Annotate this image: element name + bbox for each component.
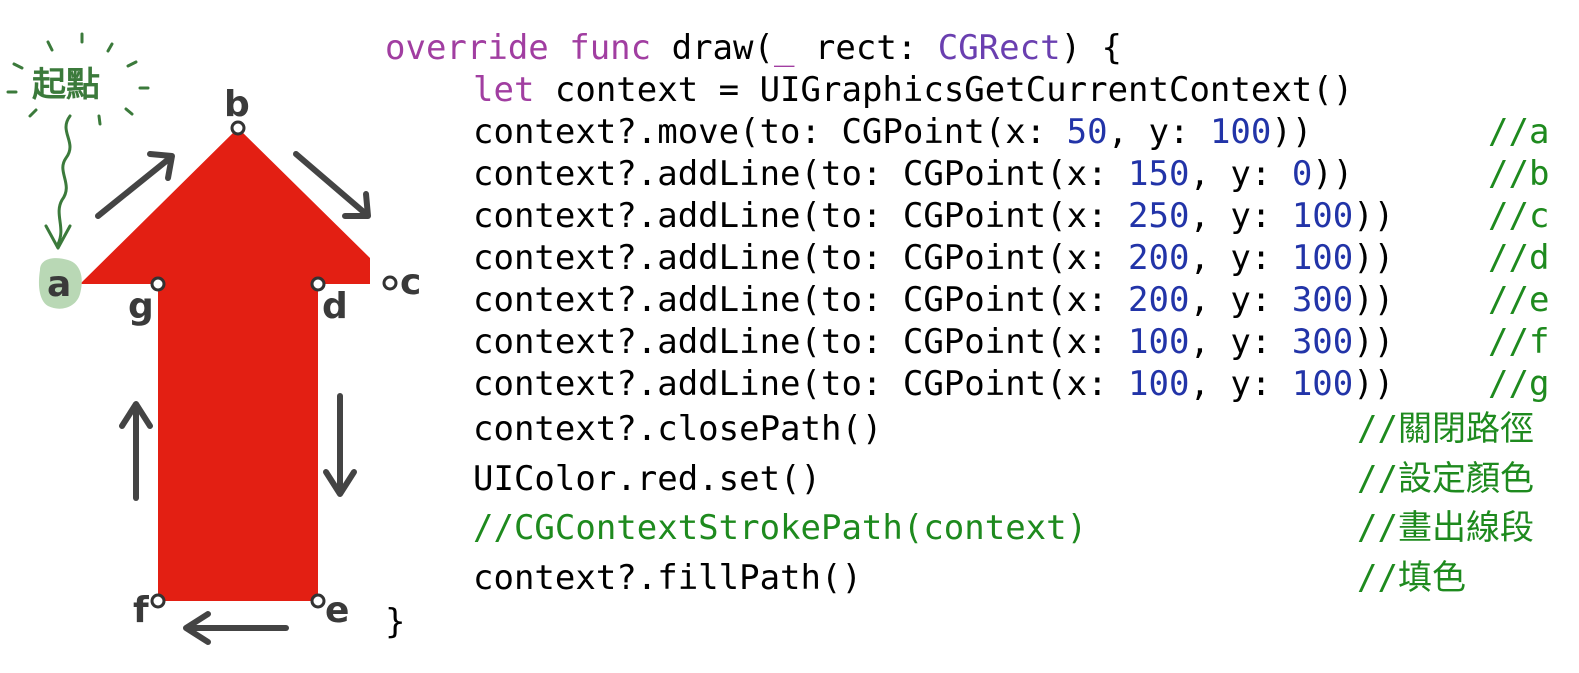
comment-fill-path: //填色 — [1357, 558, 1466, 598]
closing-brace: } — [385, 602, 406, 642]
code-line-addline-d: context?.addLine(to: CGPoint(x: 200, y: … — [473, 238, 1395, 278]
comment-b: //b — [1488, 154, 1550, 194]
let-rest: context = UIGraphicsGetCurrentContext() — [534, 70, 1354, 110]
comment-d: //d — [1488, 238, 1550, 278]
start-point-label: 起點 — [32, 65, 100, 105]
code-line-let: let context = UIGraphicsGetCurrentContex… — [473, 70, 1353, 110]
code-line-set-color: UIColor.red.set() — [473, 459, 821, 499]
comment-e: //e — [1488, 280, 1550, 320]
comment-set-color: //設定顏色 — [1357, 459, 1534, 499]
function-name: draw( — [671, 28, 774, 68]
type-cgrect: CGRect — [937, 28, 1061, 68]
point-f-label: f — [133, 590, 149, 631]
code-line-addline-g: context?.addLine(to: CGPoint(x: 100, y: … — [473, 364, 1395, 404]
point-g-label: g — [128, 286, 154, 327]
header-tail: ) { — [1060, 28, 1122, 68]
swift-code-block: override func draw(_ rect: CGRect) { let… — [385, 28, 1575, 648]
point-e-label: e — [325, 590, 349, 631]
point-b-label: b — [224, 84, 250, 125]
code-line-addline-c: context?.addLine(to: CGPoint(x: 250, y: … — [473, 196, 1395, 236]
comment-stroke-path: //畫出線段 — [1357, 508, 1534, 548]
comment-c: //c — [1488, 196, 1550, 236]
code-line-stroke-path: //CGContextStrokePath(context) — [473, 508, 1088, 548]
underscore-label: _ — [773, 28, 795, 68]
start-pointer-arrow — [56, 114, 72, 246]
comment-close-path: //關閉路徑 — [1357, 409, 1534, 449]
code-line-header: override func draw(_ rect: CGRect) { — [385, 28, 1122, 68]
point-a-label: a — [47, 264, 71, 305]
code-line-close-path: context?.closePath() — [473, 409, 883, 449]
point-e-marker — [310, 593, 326, 609]
keyword-override-func: override func — [385, 28, 652, 68]
comment-a: //a — [1488, 112, 1550, 152]
code-line-addline-b: context?.addLine(to: CGPoint(x: 150, y: … — [473, 154, 1354, 194]
param-name: rect: — [794, 28, 938, 68]
point-d-label: d — [322, 286, 348, 327]
code-line-addline-f: context?.addLine(to: CGPoint(x: 100, y: … — [473, 322, 1395, 362]
code-line-addline-e: context?.addLine(to: CGPoint(x: 200, y: … — [473, 280, 1395, 320]
arrow-path-diagram: a b c d e f g 起點 — [6, 32, 421, 645]
code-line-move-a: context?.move(to: CGPoint(x: 50, y: 100)… — [473, 112, 1313, 152]
keyword-let: let — [473, 70, 535, 110]
point-f-marker — [150, 593, 166, 609]
comment-f: //f — [1488, 322, 1550, 362]
comment-g: //g — [1488, 364, 1550, 404]
code-line-fill-path: context?.fillPath() — [473, 558, 862, 598]
point-g-marker — [150, 276, 166, 292]
